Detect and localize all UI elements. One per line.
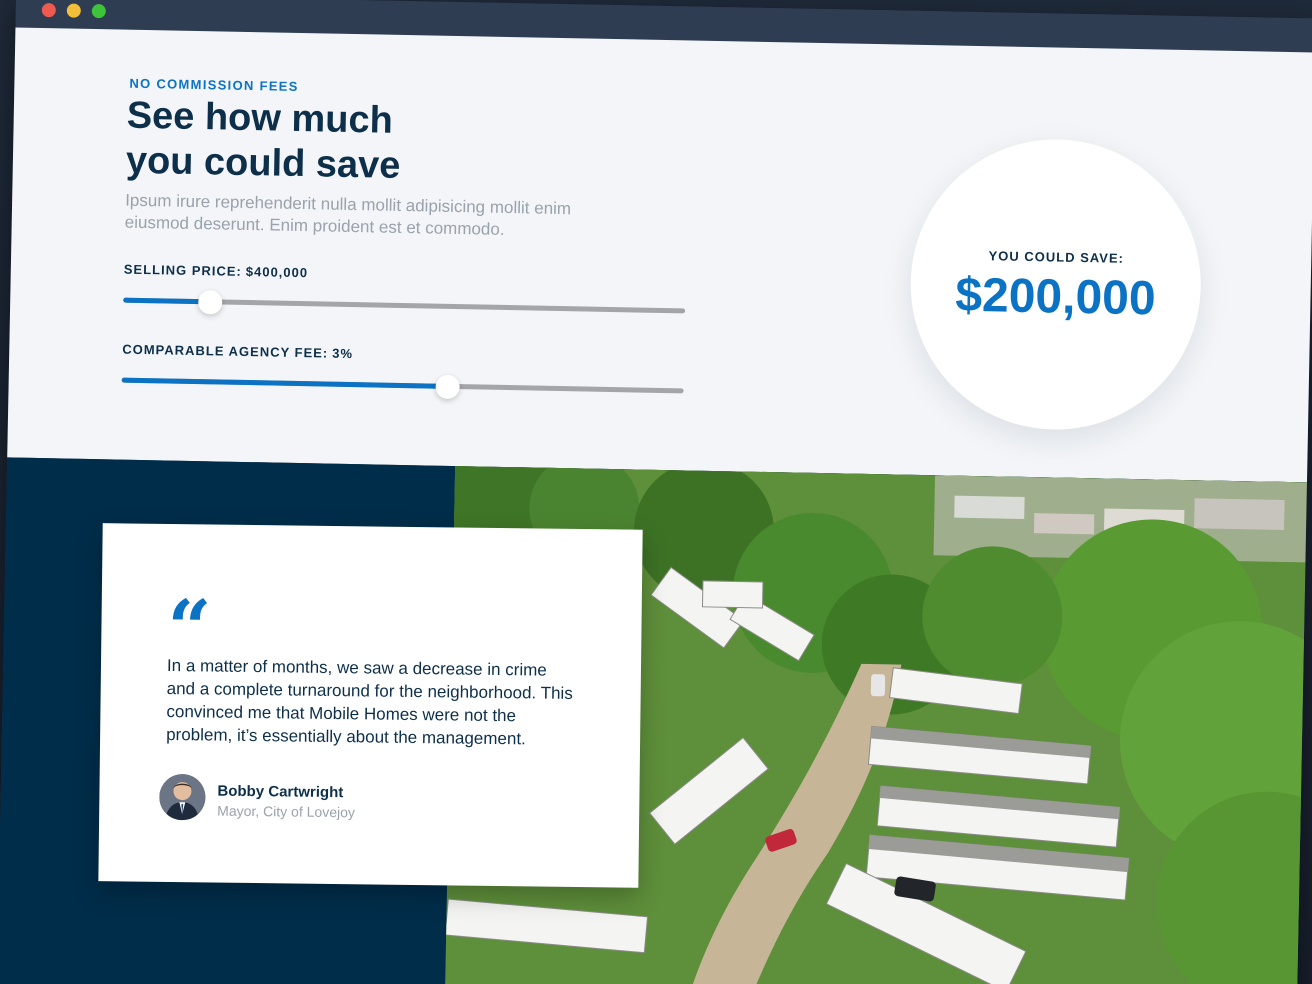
page-title: See how much you could save xyxy=(125,94,401,187)
avatar xyxy=(159,773,206,821)
avatar-portrait xyxy=(159,773,206,821)
agency-fee-value: 3% xyxy=(332,345,354,362)
minimize-window-button[interactable] xyxy=(66,3,81,18)
author-role: Mayor, City of Lovejoy xyxy=(217,802,356,821)
intro-text: Ipsum irure reprehenderit nulla mollit a… xyxy=(124,190,572,239)
agency-fee-label: COMPARABLE AGENCY FEE: 3% xyxy=(122,342,353,361)
testimonial-quote: In a matter of months, we saw a decrease… xyxy=(166,655,573,749)
agency-fee-slider[interactable] xyxy=(121,374,684,400)
agency-fee-label-text: COMPARABLE AGENCY FEE: xyxy=(122,341,329,361)
maximize-window-button[interactable] xyxy=(91,3,106,19)
savings-result-value: $200,000 xyxy=(954,268,1157,326)
agency-fee-slider-handle[interactable] xyxy=(435,374,460,400)
testimonial-card: “ In a matter of months, we saw a decrea… xyxy=(98,523,643,888)
author-name: Bobby Cartwright xyxy=(217,782,344,802)
savings-result-circle: YOU COULD SAVE: $200,000 xyxy=(907,136,1204,433)
testimonial-section: “ In a matter of months, we saw a decrea… xyxy=(0,457,1307,984)
selling-price-slider-handle[interactable] xyxy=(198,290,223,315)
browser-window: NO COMMISSION FEES See how much you coul… xyxy=(0,0,1312,984)
close-window-button[interactable] xyxy=(41,3,56,18)
selling-price-value: $400,000 xyxy=(245,263,309,281)
selling-price-label: SELLING PRICE: $400,000 xyxy=(124,262,309,281)
eyebrow-label: NO COMMISSION FEES xyxy=(129,75,299,94)
savings-calculator: NO COMMISSION FEES See how much you coul… xyxy=(7,27,1312,483)
agency-fee-slider-fill xyxy=(121,377,448,389)
selling-price-slider[interactable] xyxy=(123,290,686,315)
selling-price-label-text: SELLING PRICE: xyxy=(123,261,242,279)
savings-result-label: YOU COULD SAVE: xyxy=(988,248,1125,266)
